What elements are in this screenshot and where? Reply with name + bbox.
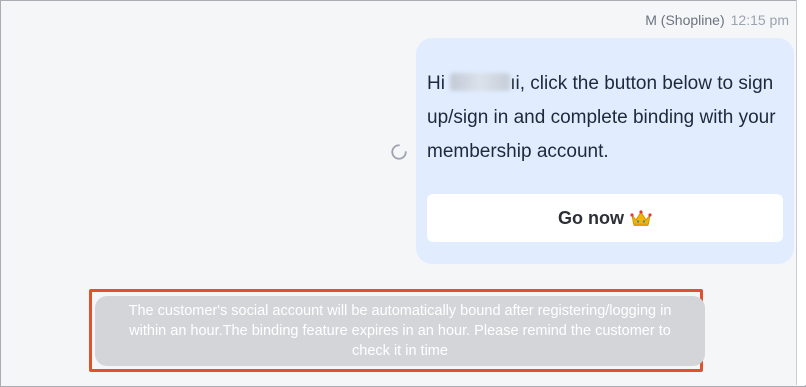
message-text: Hi ıi, click the button below to sign up… xyxy=(427,67,777,169)
message-name-suffix: ıi xyxy=(510,73,520,94)
message-greeting: Hi xyxy=(427,73,445,94)
scrollbar-track[interactable] xyxy=(796,0,806,385)
message-meta: M (Shopline) 12:15 pm xyxy=(645,12,789,28)
redacted-name xyxy=(450,73,511,91)
message-timestamp: 12:15 pm xyxy=(730,12,789,28)
go-now-button[interactable]: Go now xyxy=(427,194,783,242)
message-bubble: Hi ıi, click the button below to sign up… xyxy=(416,38,794,264)
crown-icon xyxy=(630,210,652,226)
system-notice: The customer's social account will be au… xyxy=(95,296,705,366)
sending-spinner-icon xyxy=(391,144,407,160)
go-now-label: Go now xyxy=(558,207,624,228)
sender-name: M (Shopline) xyxy=(645,12,725,28)
